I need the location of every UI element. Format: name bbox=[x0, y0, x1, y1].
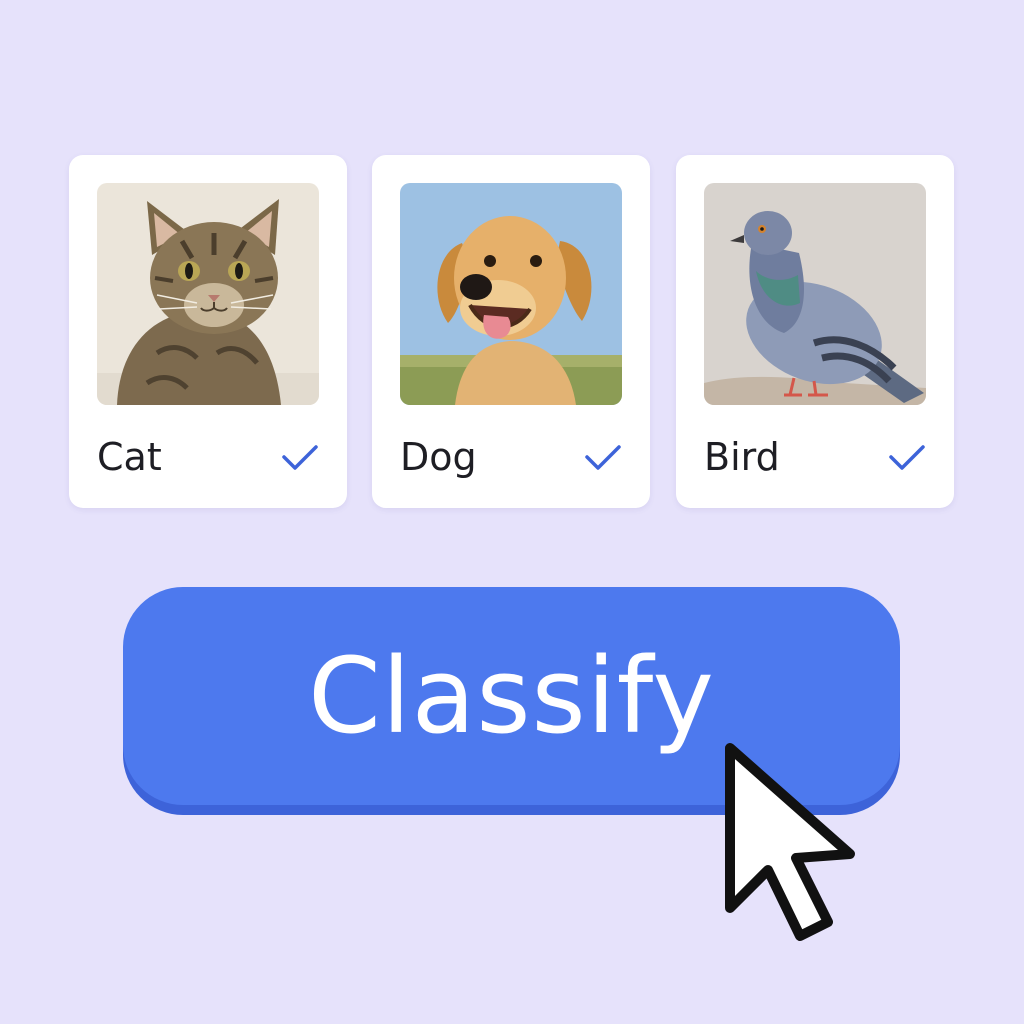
image-card-cat[interactable]: Cat bbox=[69, 155, 347, 508]
card-label: Cat bbox=[97, 435, 162, 479]
cat-photo bbox=[97, 183, 319, 405]
mouse-pointer-icon bbox=[718, 738, 868, 948]
image-card-bird[interactable]: Bird bbox=[676, 155, 954, 508]
dog-photo bbox=[400, 183, 622, 405]
check-icon bbox=[281, 443, 319, 473]
image-card-dog[interactable]: Dog bbox=[372, 155, 650, 508]
image-card-list: Cat Dog Bird bbox=[69, 155, 954, 508]
check-icon bbox=[888, 443, 926, 473]
check-icon bbox=[584, 443, 622, 473]
card-label: Dog bbox=[400, 435, 477, 479]
bird-photo bbox=[704, 183, 926, 405]
card-label: Bird bbox=[704, 435, 780, 479]
